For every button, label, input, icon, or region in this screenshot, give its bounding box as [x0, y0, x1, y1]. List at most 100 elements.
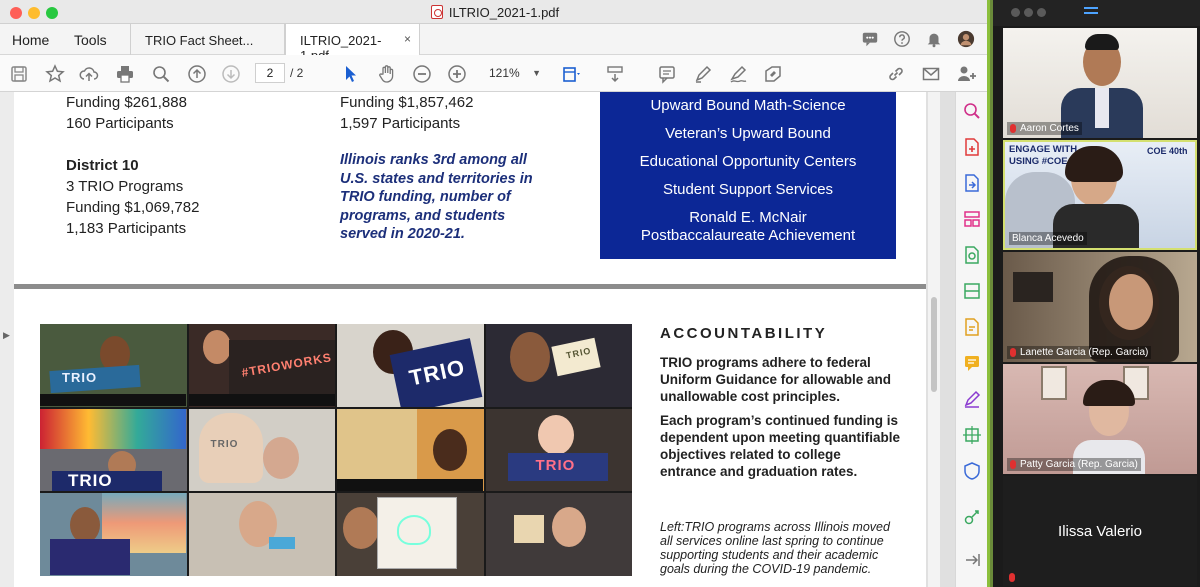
district-heading: District 10 [66, 157, 139, 174]
fill-sign-tool-icon[interactable] [961, 388, 983, 410]
hand-icon[interactable] [376, 63, 398, 85]
protect-icon[interactable] [961, 460, 983, 482]
photo-tile: TRIO [337, 324, 484, 407]
scan-icon[interactable] [961, 280, 983, 302]
scrollbar-thumb[interactable] [931, 297, 937, 392]
accountability-heading: ACCOUNTABILITY [660, 325, 828, 342]
background-banner-1: ENGAGE WITH [1009, 144, 1078, 155]
search-zoom-icon[interactable] [150, 63, 172, 85]
participant-name-large: Ilissa Valerio [1058, 522, 1142, 540]
link-icon[interactable] [885, 63, 907, 85]
left-column: Funding $261,888 160 Participants Distri… [66, 92, 199, 239]
program-item: Educational Opportunity Centers [639, 153, 857, 170]
muted-mic-icon [1010, 460, 1016, 469]
middle-column: Funding $1,857,462 1,597 Participants [340, 92, 473, 134]
tools-rail [955, 92, 987, 587]
page-down-icon[interactable] [220, 63, 242, 85]
home-menu[interactable]: Home [12, 32, 49, 48]
notification-bell-icon[interactable] [924, 29, 944, 49]
bookmark-star-icon[interactable] [44, 63, 66, 85]
tab-iltrio-pdf[interactable]: ILTRIO_2021-1.pdf × [285, 24, 420, 63]
participant-name: Patty Garcia (Rep. Garcia) [1020, 459, 1138, 470]
user-avatar[interactable] [956, 29, 976, 49]
window-title: ILTRIO_2021-1.pdf [448, 4, 560, 20]
chat-bubble-icon[interactable] [961, 352, 983, 374]
pdf-file-icon [430, 5, 443, 19]
add-user-icon[interactable] [955, 63, 977, 85]
tab-trio-fact-sheet[interactable]: TRIO Fact Sheet... [130, 24, 285, 55]
more-tools-icon[interactable] [961, 506, 983, 528]
collapse-rail-icon[interactable] [961, 549, 983, 571]
participant-tile-active-speaker[interactable]: ENGAGE WITH USING #COE COE 40th Blanca A… [1003, 140, 1197, 250]
highlight-pen-icon[interactable] [692, 63, 714, 85]
photo-tile: TRIO [40, 408, 187, 492]
participants-top-mid: 1,597 Participants [340, 115, 461, 132]
scroll-mode-icon[interactable] [604, 63, 626, 85]
export-pdf-icon[interactable] [961, 172, 983, 194]
participant-name-tag: Lanette Garcia (Rep. Garcia) [1007, 346, 1152, 359]
gallery-view-icon[interactable] [1084, 7, 1098, 19]
banner-text: TRIO [62, 370, 98, 385]
photo-tile [40, 493, 187, 576]
create-pdf-icon[interactable] [961, 136, 983, 158]
comment-tool-icon[interactable] [961, 316, 983, 338]
district-funding: Funding $1,069,782 [66, 199, 200, 216]
participant-tile-camera-off[interactable]: Ilissa Valerio [1003, 476, 1197, 586]
page-up-icon[interactable] [186, 63, 208, 85]
background-banner-2: USING #COE [1009, 156, 1068, 167]
sign-icon[interactable] [727, 63, 749, 85]
banner-text: TRIO [210, 438, 239, 450]
search-page-icon[interactable] [961, 100, 983, 122]
select-arrow-icon[interactable] [340, 63, 362, 85]
program-item-mcnair-2: Postbaccalaureate Achievement [640, 227, 856, 244]
programs-box: Upward Bound Math-Science Veteran’s Upwa… [600, 92, 896, 259]
vertical-scrollbar[interactable] [928, 92, 940, 587]
mail-icon[interactable] [920, 63, 942, 85]
pdf-app-window: ILTRIO_2021-1.pdf Home Tools TRIO Fact S… [0, 0, 990, 587]
upload-cloud-icon[interactable] [78, 63, 100, 85]
zoom-out-icon[interactable] [411, 63, 433, 85]
zoom-in-icon[interactable] [446, 63, 468, 85]
save-icon[interactable] [8, 63, 30, 85]
participant-name-tag: Patty Garcia (Rep. Garcia) [1007, 458, 1141, 471]
accountability-paragraph-1: TRIO programs adhere to federal Uniform … [660, 355, 892, 404]
photo-tile: TRIO [485, 408, 632, 492]
ranking-highlight: Illinois ranks 3rd among all U.S. states… [340, 152, 533, 242]
muted-mic-icon [1010, 348, 1016, 357]
banner-text: TRIO [535, 456, 576, 474]
print-icon[interactable] [114, 63, 136, 85]
menu-bar: Home Tools TRIO Fact Sheet... ILTRIO_202… [0, 24, 987, 63]
document-viewport[interactable]: ▶ Funding $261,888 160 Participants Dist… [0, 92, 955, 587]
page-number-input[interactable]: 2 [255, 63, 285, 83]
page-total-label: / 2 [290, 66, 304, 80]
organize-pages-icon[interactable] [961, 208, 983, 230]
program-item-mcnair-1: Ronald E. McNair [689, 209, 807, 226]
tab-close-icon[interactable]: × [404, 32, 411, 46]
print-production-icon[interactable] [961, 424, 983, 446]
edit-pdf-icon[interactable] [961, 244, 983, 266]
comments-panel-icon[interactable] [860, 29, 880, 49]
coe-badge: COE 40th [1147, 146, 1188, 156]
accountability-paragraph-2: Each program’s continued funding is depe… [660, 413, 901, 479]
funding-top-left: Funding $261,888 [66, 94, 187, 111]
fill-sign-icon[interactable] [762, 63, 784, 85]
participant-tile[interactable]: Patty Garcia (Rep. Garcia) [1003, 364, 1197, 474]
photo-caption: Left:TRIO programs across Illinois moved… [660, 520, 890, 576]
left-panel-toggle[interactable]: ▶ [0, 92, 14, 587]
main-toolbar: 2 / 2 121% ▼ [0, 55, 987, 92]
video-panel-header [993, 0, 1200, 26]
participant-tile[interactable]: Aaron Cortes [1003, 28, 1197, 138]
help-icon[interactable] [892, 29, 912, 49]
expand-left-icon: ▶ [3, 330, 10, 340]
program-item: Student Support Services [662, 181, 834, 198]
tools-menu[interactable]: Tools [74, 32, 107, 48]
photo-tile: TRIO [40, 324, 187, 407]
comment-icon[interactable] [656, 63, 678, 85]
photo-tile: TRIO [485, 324, 632, 407]
zoom-level-select[interactable]: 121% ▼ [483, 63, 543, 83]
window-controls[interactable] [1011, 8, 1046, 17]
banner-text: TRIO [68, 470, 113, 490]
page-fit-icon[interactable] [560, 63, 582, 85]
zoom-value: 121% [489, 66, 520, 80]
participant-tile[interactable]: Lanette Garcia (Rep. Garcia) [1003, 252, 1197, 362]
